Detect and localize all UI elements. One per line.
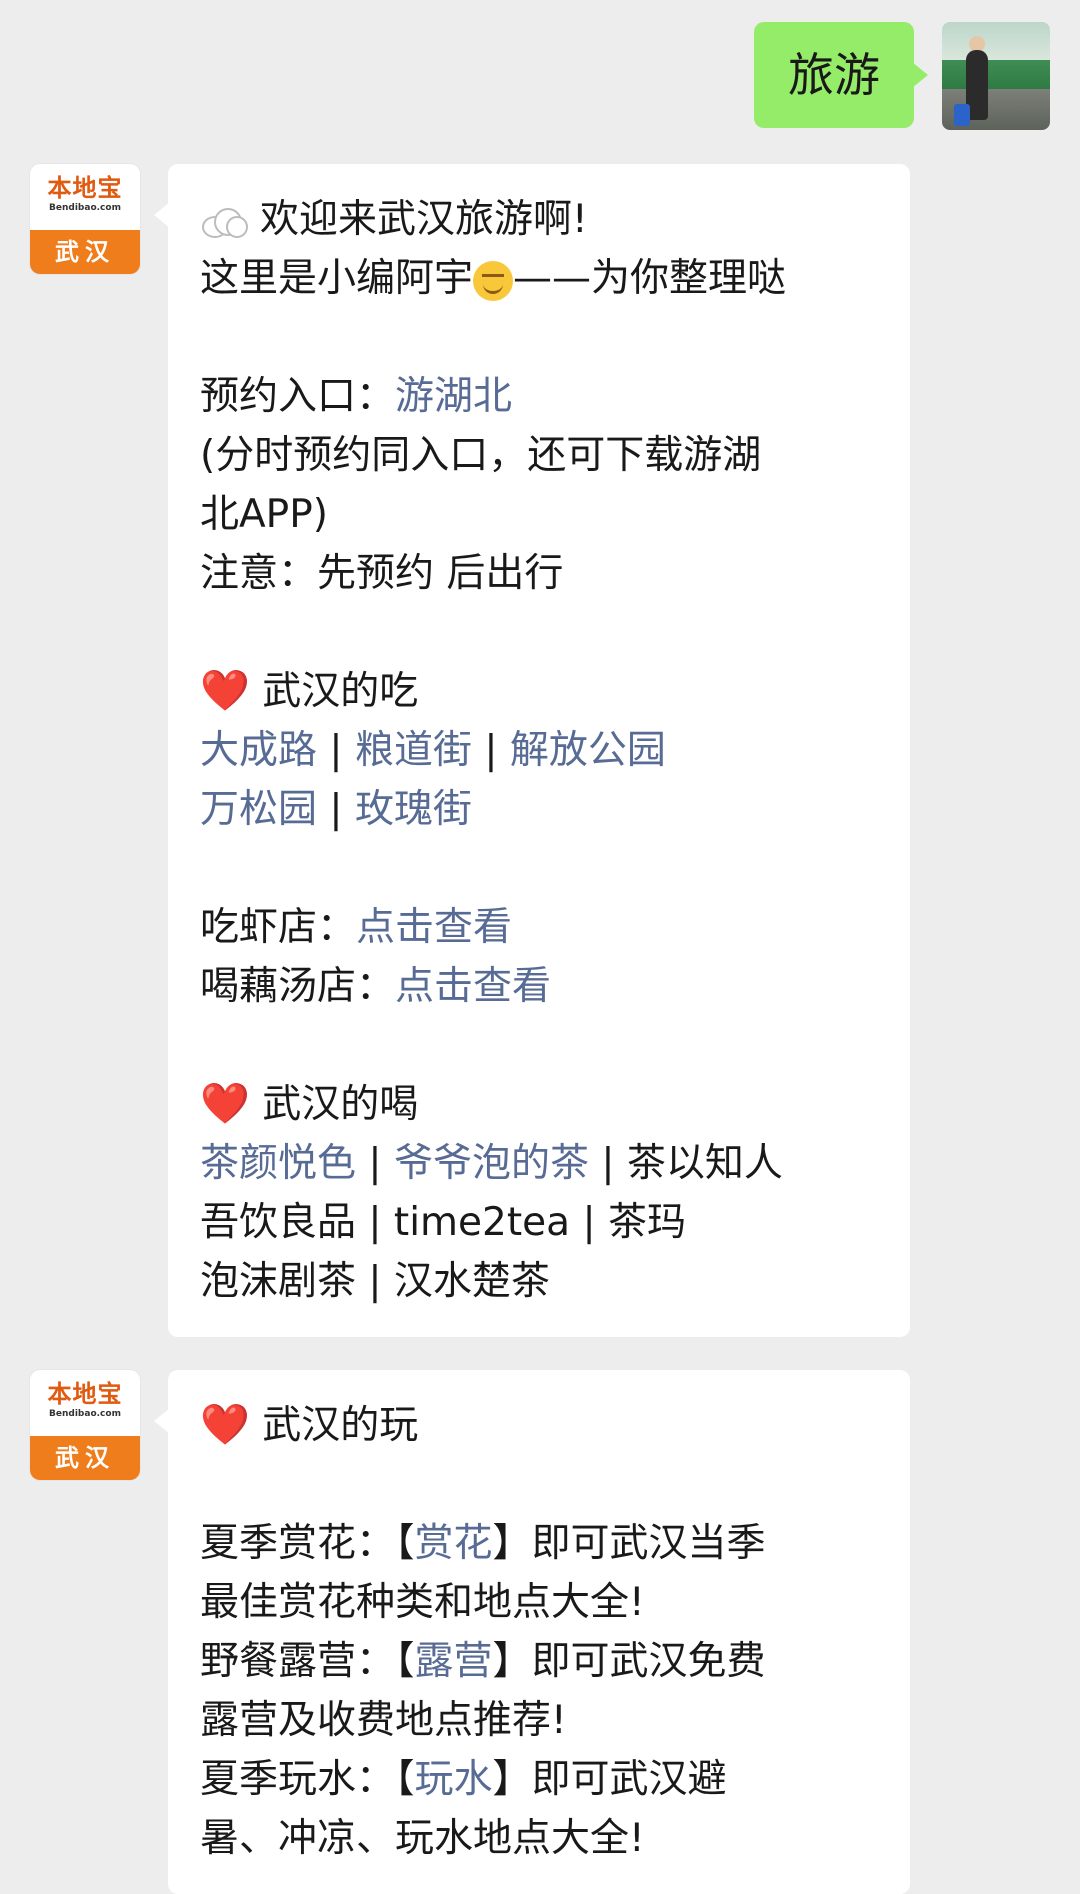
greeting-line: 欢迎来武汉旅游啊! — [200, 190, 878, 249]
logo-city: 武汉 — [30, 1436, 140, 1480]
camp-line: 野餐露营：【露营】即可武汉免费 — [200, 1632, 878, 1691]
link-wansongyuan[interactable]: 万松园 — [200, 787, 317, 832]
water-line: 夏季玩水：【玩水】即可武汉避 — [200, 1750, 878, 1809]
flower-link[interactable]: 赏花 — [415, 1521, 493, 1566]
heart-icon: ❤️ — [200, 668, 250, 714]
soup-link[interactable]: 点击查看 — [395, 964, 551, 1009]
link-yeyepaodecha[interactable]: 爷爷泡的茶 — [394, 1141, 589, 1186]
intro-text-a: 这里是小编阿宇 — [200, 256, 474, 301]
link-liangdaojie[interactable]: 粮道街 — [355, 728, 472, 773]
link-dachenglu[interactable]: 大成路 — [200, 728, 317, 773]
eat-links-line-2: 万松园 | 玫瑰街 — [200, 787, 472, 832]
reserve-link[interactable]: 游湖北 — [395, 374, 512, 419]
shrimp-line: 吃虾店：点击查看 — [200, 898, 878, 957]
logo-text: 本地宝 — [47, 1380, 123, 1408]
flower-line-2: 最佳赏花种类和地点大全! — [200, 1580, 645, 1625]
reserve-label: 预约入口： — [200, 374, 396, 419]
message-bubble-1: 欢迎来武汉旅游啊! 这里是小编阿宇 ——为你整理哒 预约入口：游湖北 (分时预约同… — [154, 164, 910, 1337]
user-avatar[interactable] — [942, 22, 1050, 130]
outgoing-bubble[interactable]: 旅游 — [754, 22, 928, 128]
eat-heading: ❤️ 武汉的吃 — [200, 662, 878, 721]
play-heading-text: 武汉的玩 — [262, 1403, 419, 1448]
water-label: 夏季玩水：【 — [200, 1757, 415, 1802]
flower-tail: 】即可武汉当季 — [492, 1521, 766, 1566]
shrimp-label: 吃虾店： — [200, 905, 357, 950]
avatar-suitcase — [954, 104, 970, 126]
link-jiefanggongyuan[interactable]: 解放公园 — [510, 728, 666, 773]
water-line-2: 暑、冲凉、玩水地点大全! — [200, 1816, 645, 1861]
heart-icon: ❤️ — [200, 1081, 250, 1127]
intro-line: 这里是小编阿宇 ——为你整理哒 — [200, 249, 878, 308]
link-chayanyuese[interactable]: 茶颜悦色 — [200, 1141, 356, 1186]
incoming-message-2: 本地宝 Bendibao.com 武汉 ❤️ 武汉的玩 夏季赏花：【赏花】即可武… — [30, 1370, 910, 1894]
soup-label: 喝藕汤店： — [200, 964, 396, 1009]
text-chayizhiren: 茶以知人 — [626, 1141, 783, 1186]
reserve-note-line-2: 北APP) — [200, 492, 328, 537]
camp-label: 野餐露营：【 — [200, 1639, 415, 1684]
logo-top: 本地宝 Bendibao.com — [30, 1370, 140, 1436]
flower-line: 夏季赏花：【赏花】即可武汉当季 — [200, 1514, 878, 1573]
bendibao-avatar[interactable]: 本地宝 Bendibao.com 武汉 — [30, 1370, 140, 1480]
drink-line-3: 泡沫剧茶 | 汉水楚茶 — [200, 1259, 550, 1304]
soup-line: 喝藕汤店：点击查看 — [200, 957, 878, 1016]
link-meiguijie[interactable]: 玫瑰街 — [355, 787, 472, 832]
notice-line: 注意：先预约 后出行 — [200, 551, 564, 596]
flower-label: 夏季赏花：【 — [200, 1521, 415, 1566]
logo-domain: Bendibao.com — [49, 203, 121, 213]
drink-line-2: 吾饮良品 | time2tea | 茶玛 — [200, 1200, 686, 1245]
eat-links-line-1: 大成路 | 粮道街 | 解放公园 — [200, 728, 666, 773]
smiling-face-icon — [473, 260, 514, 301]
camp-link[interactable]: 露营 — [415, 1639, 493, 1684]
logo-domain: Bendibao.com — [49, 1409, 121, 1419]
incoming-message-1: 本地宝 Bendibao.com 武汉 欢迎来武汉旅游啊! 这里是小编阿宇 ——为… — [30, 164, 910, 1337]
drink-heading: ❤️ 武汉的喝 — [200, 1075, 878, 1134]
reserve-line: 预约入口：游湖北 — [200, 367, 878, 426]
drink-heading-text: 武汉的喝 — [262, 1082, 419, 1127]
outgoing-message: 旅游 — [754, 22, 1050, 130]
heart-icon: ❤️ — [200, 1402, 250, 1448]
camp-line-2: 露营及收费地点推荐! — [200, 1698, 567, 1743]
eat-heading-text: 武汉的吃 — [262, 669, 419, 714]
reserve-note-line-1: (分时预约同入口，还可下载游湖 — [200, 433, 762, 478]
drink-links-line-1: 茶颜悦色 | 爷爷泡的茶 | 茶以知人 — [200, 1141, 783, 1186]
shrimp-link[interactable]: 点击查看 — [356, 905, 512, 950]
logo-top: 本地宝 Bendibao.com — [30, 164, 140, 230]
play-heading: ❤️ 武汉的玩 — [200, 1396, 878, 1455]
cloud-icon — [200, 207, 248, 238]
logo-city: 武汉 — [30, 230, 140, 274]
message-bubble-2: ❤️ 武汉的玩 夏季赏花：【赏花】即可武汉当季 最佳赏花种类和地点大全! 野餐露… — [154, 1370, 910, 1894]
intro-text-b: ——为你整理哒 — [513, 256, 787, 301]
camp-tail: 】即可武汉免费 — [492, 1639, 766, 1684]
water-link[interactable]: 玩水 — [415, 1757, 493, 1802]
bendibao-avatar[interactable]: 本地宝 Bendibao.com 武汉 — [30, 164, 140, 274]
greeting-text: 欢迎来武汉旅游啊! — [260, 197, 588, 242]
water-tail: 】即可武汉避 — [492, 1757, 727, 1802]
logo-text: 本地宝 — [47, 174, 123, 202]
